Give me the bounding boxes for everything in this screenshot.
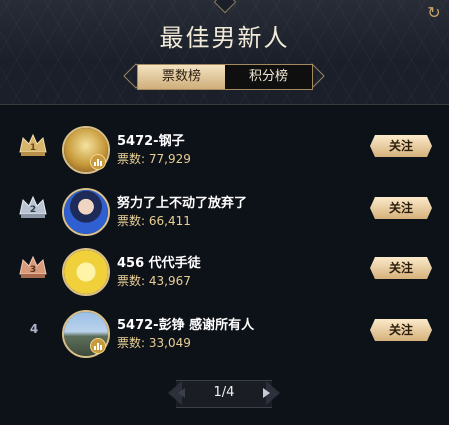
follow-button[interactable]: 关注 — [370, 257, 432, 279]
tab-votes[interactable]: 票数榜 — [138, 65, 225, 89]
user-name: 5472-彭铮 感谢所有人 — [117, 318, 255, 333]
vote-count: 票数: 33,049 — [117, 336, 191, 350]
list-item: 1 5472-钢子 票数: 77,929 关注 — [0, 120, 449, 180]
list-item: 3 456 代代手徒 票数: 43,967 关注 — [0, 242, 449, 302]
vote-count: 票数: 43,967 — [117, 274, 191, 288]
silver-crown-icon: 2 — [19, 195, 47, 218]
page-indicator: 1/4 — [213, 385, 235, 400]
svg-text:2: 2 — [30, 205, 36, 215]
vote-count: 票数: 66,411 — [117, 214, 191, 228]
follow-button[interactable]: 关注 — [370, 197, 432, 219]
list-item: 2 努力了上不动了放弃了 票数: 66,411 关注 — [0, 182, 449, 242]
live-badge-icon — [90, 338, 106, 354]
user-name: 努力了上不动了放弃了 — [117, 196, 248, 211]
bronze-crown-icon: 3 — [19, 255, 47, 278]
follow-button[interactable]: 关注 — [370, 135, 432, 157]
avatar[interactable] — [62, 248, 110, 296]
tab-points[interactable]: 积分榜 — [225, 65, 312, 89]
svg-text:3: 3 — [30, 265, 36, 275]
user-name: 456 代代手徒 — [117, 256, 201, 271]
follow-button[interactable]: 关注 — [370, 319, 432, 341]
top-notch-decoration — [213, 0, 237, 14]
svg-text:1: 1 — [30, 143, 36, 153]
pagination: 1/4 — [168, 380, 280, 408]
rank-number: 4 — [29, 322, 39, 336]
live-badge-icon — [90, 154, 106, 170]
gold-crown-icon: 1 — [19, 133, 47, 156]
list-item: 4 5472-彭铮 感谢所有人 票数: 33,049 关注 — [0, 304, 449, 364]
user-name: 5472-钢子 — [117, 134, 185, 149]
page-title: 最佳男新人 — [159, 24, 290, 52]
tab-switch: 票数榜 积分榜 — [123, 63, 325, 91]
avatar[interactable] — [62, 188, 110, 236]
vote-count: 票数: 77,929 — [117, 152, 191, 166]
tabs: 票数榜 积分榜 — [137, 64, 313, 90]
header: ↻ 最佳男新人 票数榜 积分榜 — [0, 0, 449, 105]
